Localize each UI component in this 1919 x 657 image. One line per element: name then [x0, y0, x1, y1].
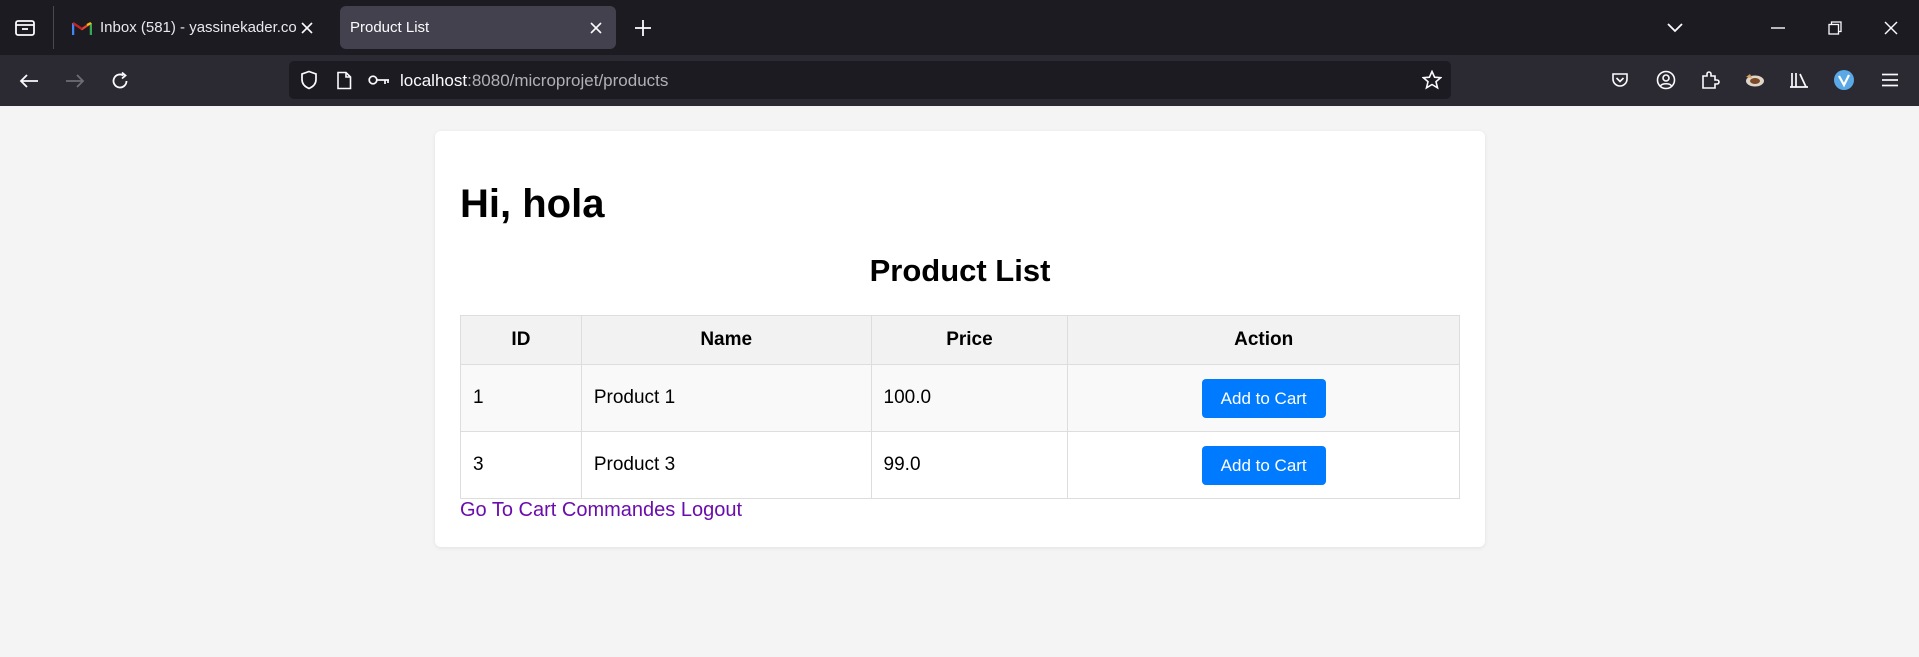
menu-icon[interactable] — [1878, 68, 1902, 92]
minimize-icon[interactable] — [1765, 16, 1791, 40]
add-to-cart-button[interactable]: Add to Cart — [1201, 445, 1326, 485]
cell-id: 1 — [460, 364, 582, 432]
pocket-icon[interactable] — [1608, 68, 1632, 92]
bookmark-star-icon[interactable] — [1420, 68, 1444, 92]
tab-gmail[interactable]: Inbox (581) - yassinekader.conta — [62, 6, 327, 49]
new-tab-icon[interactable] — [630, 15, 656, 41]
column-header-action: Action — [1067, 315, 1460, 365]
table-header-row: ID Name Price Action — [460, 315, 1460, 365]
back-icon[interactable] — [16, 68, 42, 94]
add-to-cart-button[interactable]: Add to Cart — [1201, 378, 1326, 418]
url-text[interactable]: localhost:8080/microprojet/products — [400, 71, 668, 91]
products-table: ID Name Price Action 1 Product 1 100.0 A… — [460, 315, 1460, 499]
gmail-icon — [71, 20, 93, 36]
go-to-cart-link[interactable]: Go To Cart — [460, 499, 556, 521]
key-icon[interactable] — [366, 68, 392, 92]
footer-links: Go To Cart Commandes Logout — [460, 499, 742, 522]
table-row: 3 Product 3 99.0 Add to Cart — [460, 431, 1460, 499]
extension-blue-icon[interactable] — [1832, 68, 1856, 92]
tab-product-list[interactable]: Product List — [340, 6, 616, 49]
shield-icon[interactable] — [297, 68, 321, 92]
column-header-id: ID — [460, 315, 582, 365]
cell-price: 99.0 — [870, 431, 1069, 499]
account-icon[interactable] — [1654, 68, 1678, 92]
extension-fox-icon[interactable] — [1743, 68, 1767, 92]
cell-action: Add to Cart — [1067, 431, 1460, 499]
table-row: 1 Product 1 100.0 Add to Cart — [460, 364, 1460, 432]
cell-price: 100.0 — [870, 364, 1069, 432]
column-header-name: Name — [580, 315, 872, 365]
reload-icon[interactable] — [107, 68, 133, 94]
page-icon[interactable] — [332, 68, 356, 92]
restore-icon[interactable] — [1822, 16, 1848, 40]
column-header-price: Price — [870, 315, 1069, 365]
close-window-icon[interactable] — [1878, 16, 1904, 40]
logout-link[interactable]: Logout — [681, 499, 742, 521]
url-path: :8080/microprojet/products — [467, 71, 669, 90]
library-icon[interactable] — [1787, 68, 1811, 92]
tab-separator — [53, 6, 54, 49]
list-all-tabs-icon[interactable] — [1662, 16, 1688, 40]
cell-name: Product 3 — [580, 431, 872, 499]
page-title: Product List — [869, 253, 1051, 288]
close-tab-icon[interactable] — [586, 18, 606, 38]
url-host: localhost — [400, 71, 468, 90]
cell-name: Product 1 — [580, 364, 872, 432]
commandes-link[interactable]: Commandes — [562, 499, 675, 521]
tab-list-icon[interactable] — [12, 16, 38, 40]
cell-id: 3 — [460, 431, 582, 499]
greeting-heading: Hi, hola — [460, 182, 605, 226]
tab-title: Product List — [350, 19, 430, 36]
cell-action: Add to Cart — [1067, 364, 1460, 432]
tab-title: Inbox (581) - yassinekader.conta — [100, 19, 297, 36]
close-tab-icon[interactable] — [297, 18, 317, 38]
forward-icon — [62, 68, 88, 94]
extensions-icon[interactable] — [1698, 68, 1722, 92]
